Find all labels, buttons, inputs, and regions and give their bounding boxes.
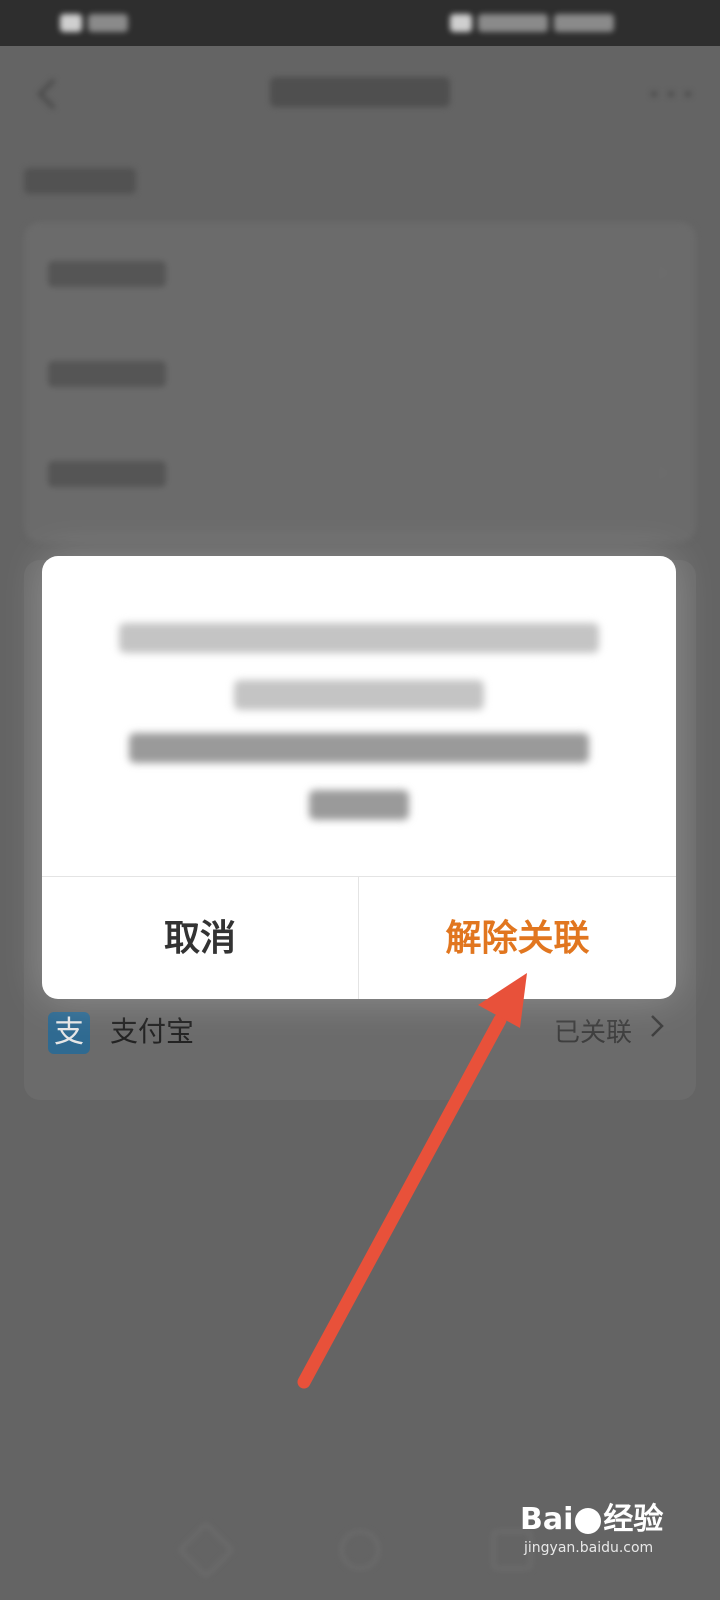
settings-card: › › bbox=[24, 222, 696, 542]
back-nav-icon[interactable] bbox=[177, 1521, 235, 1579]
alipay-linked-row[interactable]: 支 支付宝 已关联 bbox=[24, 1000, 696, 1100]
chevron-right-icon: › bbox=[656, 455, 668, 488]
watermark-logo: Bai 经验 bbox=[520, 1502, 664, 1537]
baidu-watermark: Bai 经验 jingyan.baidu.com bbox=[520, 1494, 680, 1574]
chevron-right-icon: › bbox=[656, 255, 668, 288]
unlink-dialog: 取消 解除关联 bbox=[42, 556, 676, 999]
cancel-button[interactable]: 取消 bbox=[42, 877, 358, 999]
alipay-label: 支付宝 bbox=[110, 1015, 195, 1048]
section-heading bbox=[24, 168, 136, 201]
settings-row[interactable] bbox=[24, 322, 696, 422]
dialog-message bbox=[102, 616, 616, 730]
dialog-warning bbox=[102, 726, 616, 840]
page-title bbox=[0, 76, 720, 116]
watermark-url: jingyan.baidu.com bbox=[524, 1540, 654, 1556]
status-bar bbox=[0, 0, 720, 46]
home-nav-icon[interactable] bbox=[340, 1530, 380, 1570]
settings-row[interactable]: › bbox=[24, 422, 696, 522]
system-indicators bbox=[450, 12, 640, 34]
more-options-icon[interactable] bbox=[646, 86, 696, 102]
alipay-logo-icon: 支 bbox=[48, 1012, 90, 1054]
unlink-button[interactable]: 解除关联 bbox=[359, 877, 676, 999]
link-status: 已关联 bbox=[553, 1018, 632, 1048]
signal-indicators bbox=[60, 12, 160, 34]
chevron-right-icon bbox=[651, 1015, 664, 1037]
app-header bbox=[0, 46, 720, 146]
settings-row[interactable]: › bbox=[24, 222, 696, 322]
